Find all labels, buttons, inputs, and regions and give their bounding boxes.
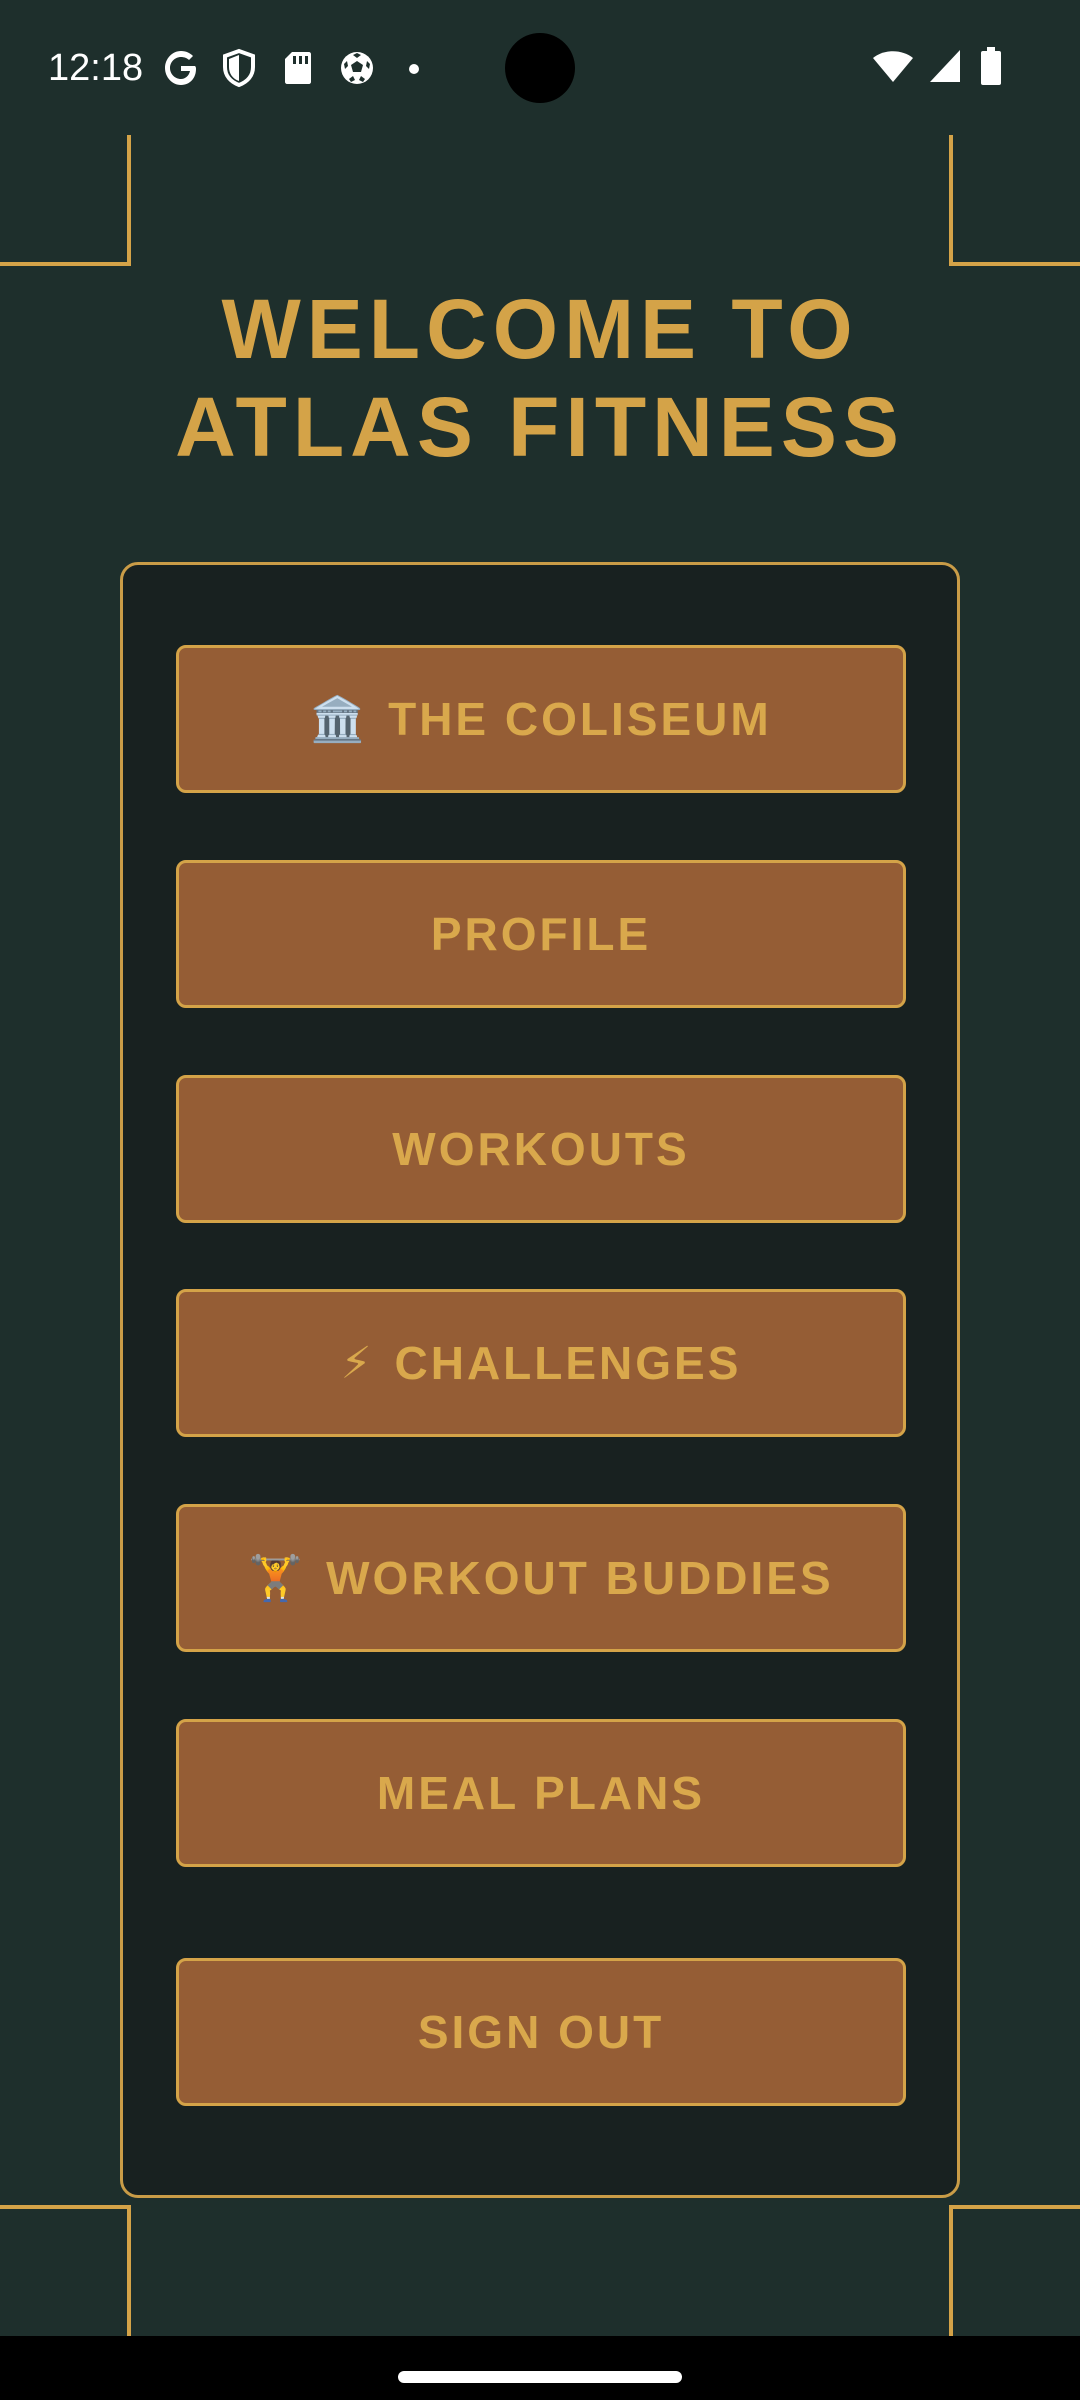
front-camera	[505, 33, 575, 103]
sd-card-icon	[282, 48, 314, 93]
corner-ornament-bottom-left	[0, 2205, 131, 2336]
navigation-bar	[0, 2336, 1080, 2400]
meal-plans-button-label: MEAL PLANS	[376, 1767, 706, 1819]
challenges-button-label: CHALLENGES	[394, 1337, 742, 1389]
cellular-signal-icon	[928, 48, 962, 89]
soccer-ball-icon	[338, 48, 376, 93]
meal-plans-button[interactable]: MEAL PLANS	[176, 1719, 906, 1867]
wifi-icon	[872, 48, 914, 89]
corner-ornament-bottom-right	[949, 2205, 1080, 2336]
classical-building-icon: 🏛️	[310, 694, 369, 745]
workouts-button-label: WORKOUTS	[392, 1123, 690, 1175]
sign-out-button-label: SIGN OUT	[417, 2006, 665, 2058]
google-icon	[162, 48, 200, 93]
coliseum-button[interactable]: 🏛️ THE COLISEUM	[176, 645, 906, 793]
dot-icon	[408, 62, 420, 80]
battery-icon	[980, 46, 1002, 91]
workout-buddies-button-label: WORKOUT BUDDIES	[326, 1552, 834, 1604]
lightning-icon: ⚡	[340, 1337, 375, 1389]
status-icons-right	[872, 46, 1042, 91]
corner-ornament-top-left	[0, 135, 131, 266]
profile-button[interactable]: PROFILE	[176, 860, 906, 1008]
status-bar: 12:18	[0, 0, 1080, 136]
status-time: 12:18	[48, 47, 144, 89]
workouts-button[interactable]: WORKOUTS	[176, 1075, 906, 1223]
corner-ornament-top-right	[949, 135, 1080, 266]
main-menu-panel: 🏛️ THE COLISEUM PROFILE WORKOUTS ⚡ CHALL…	[120, 562, 960, 2198]
sign-out-button[interactable]: SIGN OUT	[176, 1958, 906, 2106]
coliseum-button-label: THE COLISEUM	[388, 693, 772, 745]
shield-icon	[222, 48, 256, 93]
weightlifter-icon: 🏋️	[248, 1553, 307, 1604]
challenges-button[interactable]: ⚡ CHALLENGES	[176, 1289, 906, 1437]
home-gesture-handle[interactable]	[398, 2371, 682, 2383]
welcome-title: WELCOME TO ATLAS FITNESS	[175, 282, 905, 474]
home-screen: 12:18 WELCOME TO ATLAS FITNESS 🏛️ THE CO…	[0, 0, 1080, 2400]
workout-buddies-button[interactable]: 🏋️ WORKOUT BUDDIES	[176, 1504, 906, 1652]
profile-button-label: PROFILE	[430, 908, 652, 960]
